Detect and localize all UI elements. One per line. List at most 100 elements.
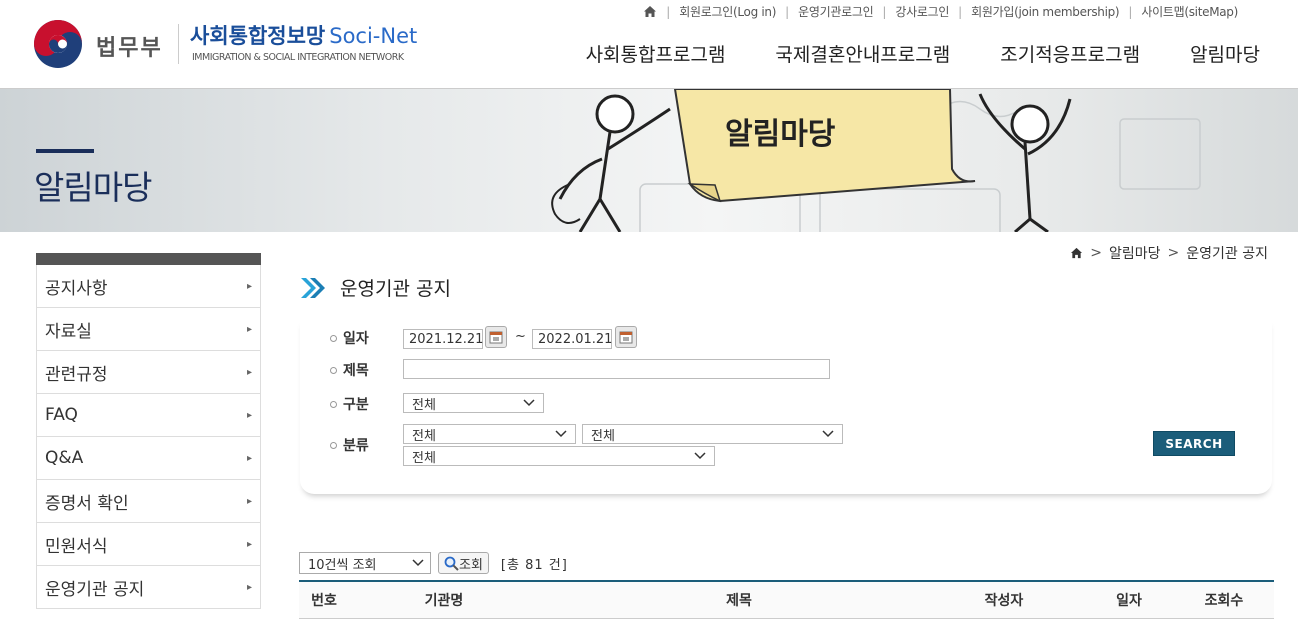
banner-title: 알림마당 <box>34 168 152 207</box>
util-separator: | <box>785 4 790 19</box>
nav-early-adaptation[interactable]: 조기적응프로그램 <box>1000 40 1140 67</box>
arrow-right-icon: ▸ <box>246 581 252 593</box>
util-separator: | <box>666 4 671 19</box>
banner-illustration: 알림마당 <box>551 89 1201 232</box>
bullet-icon <box>330 334 337 342</box>
chevron-down-icon <box>555 430 567 438</box>
government-emblem-icon <box>34 20 82 68</box>
category-select-2[interactable]: 전체 <box>582 424 843 444</box>
arrow-right-icon: ▸ <box>246 366 252 378</box>
org-login-link[interactable]: 운영기관로그인 <box>798 3 873 20</box>
join-link[interactable]: 회원가입(join membership) <box>971 3 1119 20</box>
nav-notice[interactable]: 알림마당 <box>1190 40 1260 67</box>
side-nav-label: 관련규정 <box>45 364 108 385</box>
login-link[interactable]: 회원로그인(Log in) <box>679 3 776 20</box>
breadcrumb: > 알림마당 > 운영기관 공지 <box>1070 243 1268 263</box>
type-select-value: 전체 <box>412 397 436 413</box>
list-controls: 10건씩 조회 조회 [총 81 건] <box>299 551 568 575</box>
notice-table-header: 번호 기관명 제목 작성자 일자 조회수 <box>299 580 1274 619</box>
page-size-select[interactable]: 10건씩 조회 <box>299 552 431 574</box>
side-nav-item-org-notice[interactable]: 운영기관 공지 ▸ <box>36 566 261 609</box>
query-button[interactable]: 조회 <box>438 552 489 574</box>
side-nav-item-faq[interactable]: FAQ ▸ <box>36 394 261 437</box>
category-select-3[interactable]: 전체 <box>403 446 715 466</box>
brand-title-ko: 사회통합정보망 <box>190 24 326 48</box>
column-org: 기관명 <box>424 593 464 609</box>
category-select-value: 전체 <box>412 450 436 466</box>
banner-sign-text: 알림마당 <box>725 117 836 152</box>
util-separator: | <box>1128 4 1133 19</box>
side-nav: 공지사항 ▸ 자료실 ▸ 관련규정 ▸ FAQ ▸ Q&A ▸ 증명서 확인 ▸ 민원서식 ▸… <box>36 253 261 609</box>
bullet-icon <box>330 400 337 408</box>
title-search-input[interactable] <box>403 359 830 379</box>
breadcrumb-current: 운영기관 공지 <box>1186 246 1268 262</box>
side-nav-label: 공지사항 <box>45 278 108 299</box>
magnifier-icon <box>444 556 459 571</box>
side-nav-item-notice[interactable]: 공지사항 ▸ <box>36 265 261 308</box>
search-panel: 일자 2021.12.21 ~ 2022.01.21 제목 구분 전체 분류 전… <box>300 318 1272 494</box>
breadcrumb-item[interactable]: 알림마당 <box>1109 243 1161 263</box>
side-nav-label: 민원서식 <box>45 536 108 557</box>
site-header: 법무부 사회통합정보망 Soci-Net IMMIGRATION & SOCIAL… <box>0 0 1298 89</box>
chevron-right-icon: > <box>1167 245 1180 261</box>
main-nav: 사회통합프로그램 국제결혼안내프로그램 조기적응프로그램 알림마당 <box>536 40 1260 67</box>
side-nav-item-certificate[interactable]: 증명서 확인 ▸ <box>36 480 261 523</box>
side-nav-label: Q&A <box>45 448 84 468</box>
calendar-from-icon[interactable] <box>485 326 507 348</box>
chevron-down-icon <box>694 452 706 460</box>
bullet-icon <box>330 366 337 374</box>
total-count: [총 81 건] <box>500 557 568 573</box>
arrow-right-icon: ▸ <box>246 409 252 421</box>
utility-nav: | 회원로그인(Log in) | 운영기관로그인 | 강사로그인 | 회원가입… <box>643 3 1238 20</box>
side-nav-item-forms[interactable]: 민원서식 ▸ <box>36 523 261 566</box>
type-select[interactable]: 전체 <box>403 393 544 413</box>
nav-social-integration[interactable]: 사회통합프로그램 <box>586 40 726 67</box>
logo-divider <box>178 24 179 64</box>
arrow-right-icon: ▸ <box>246 323 252 335</box>
brand-subtitle: IMMIGRATION & SOCIAL INTEGRATION NETWORK <box>192 52 404 63</box>
category-select-value: 전체 <box>591 428 615 444</box>
site-logo[interactable]: 법무부 사회통합정보망 Soci-Net IMMIGRATION & SOCIAL… <box>32 18 432 70</box>
column-date: 일자 <box>1116 593 1142 609</box>
page-title-text: 운영기관 공지 <box>340 278 451 300</box>
side-nav-label: 자료실 <box>45 321 92 342</box>
chevron-right-icon: > <box>1090 245 1102 261</box>
util-separator: | <box>882 4 887 19</box>
query-button-label: 조회 <box>459 557 483 573</box>
instructor-login-link[interactable]: 강사로그인 <box>895 3 949 20</box>
chevron-down-icon <box>412 559 424 567</box>
banner-accent-bar <box>36 149 94 153</box>
nav-marriage-guide[interactable]: 국제결혼안내프로그램 <box>775 40 950 67</box>
column-author: 작성자 <box>984 593 1024 609</box>
sitemap-link[interactable]: 사이트맵(siteMap) <box>1141 3 1238 20</box>
page-title: 운영기관 공지 <box>300 274 451 301</box>
side-nav-item-archive[interactable]: 자료실 ▸ <box>36 308 261 351</box>
side-nav-item-qna[interactable]: Q&A ▸ <box>36 437 261 480</box>
util-separator: | <box>958 4 963 19</box>
home-icon[interactable] <box>1070 247 1083 259</box>
category-label: 분류 <box>330 435 369 455</box>
side-nav-header-bar <box>36 253 261 265</box>
chevron-down-icon <box>822 430 834 438</box>
date-from-input[interactable]: 2021.12.21 <box>403 329 483 349</box>
date-to-input[interactable]: 2022.01.21 <box>532 329 612 349</box>
page-banner: 알림마당 알림마당 <box>0 89 1298 232</box>
side-nav-label: FAQ <box>45 405 78 425</box>
side-nav-label: 증명서 확인 <box>45 493 129 514</box>
page-size-value: 10건씩 조회 <box>308 557 377 573</box>
brand-title: 사회통합정보망 Soci-Net <box>190 20 417 50</box>
title-label: 제목 <box>330 360 369 380</box>
bullet-icon <box>330 441 337 449</box>
side-nav-item-regulations[interactable]: 관련규정 ▸ <box>36 351 261 394</box>
column-number: 번호 <box>311 593 337 609</box>
category-select-1[interactable]: 전체 <box>403 424 576 444</box>
calendar-to-icon[interactable] <box>615 326 637 348</box>
category-label-text: 분류 <box>343 438 369 454</box>
search-button[interactable]: SEARCH <box>1153 431 1235 456</box>
double-chevron-icon <box>301 277 325 298</box>
column-title: 제목 <box>726 593 752 609</box>
home-icon[interactable] <box>643 5 657 18</box>
title-label-text: 제목 <box>343 363 369 379</box>
side-nav-label: 운영기관 공지 <box>45 579 145 600</box>
arrow-right-icon: ▸ <box>246 280 252 292</box>
